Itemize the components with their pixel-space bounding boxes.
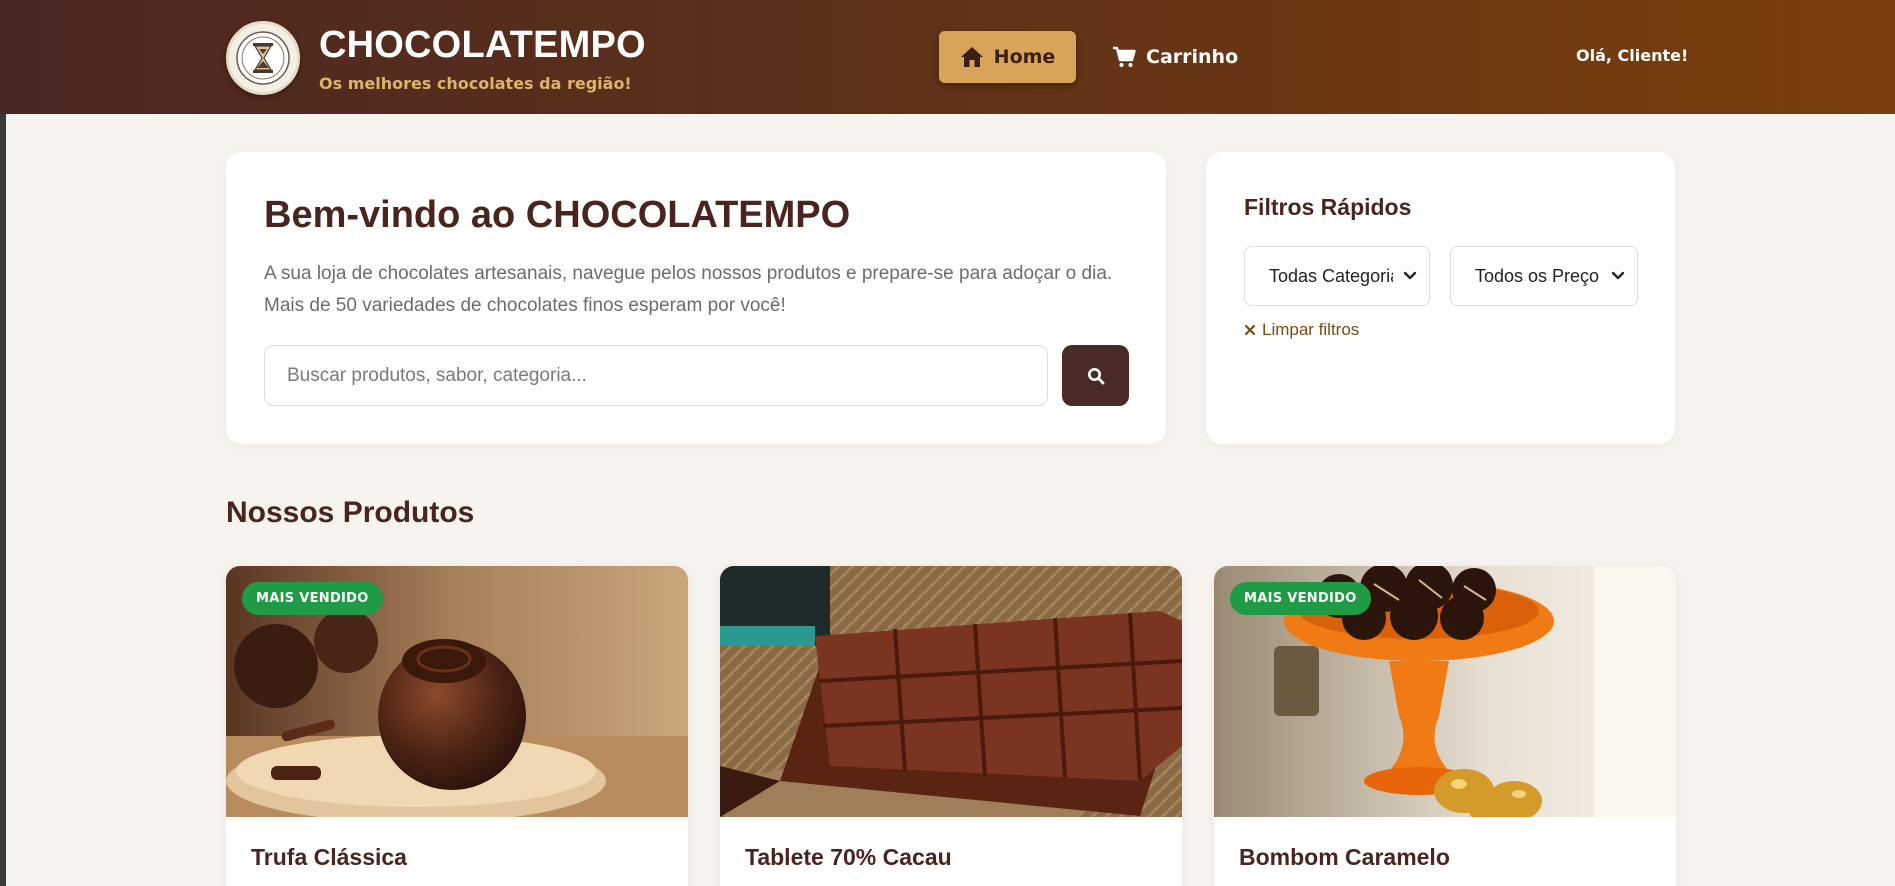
welcome-title: Bem-vindo ao CHOCOLATEMPO: [264, 194, 851, 236]
price-select[interactable]: Todos os Preços: [1450, 246, 1638, 306]
chevron-down-icon: [1611, 271, 1625, 280]
product-card[interactable]: Tablete 70% Cacau: [720, 566, 1182, 886]
search-input[interactable]: [264, 345, 1048, 406]
user-greeting[interactable]: Olá, Cliente!: [1576, 46, 1688, 65]
nav-cart-label: Carrinho: [1146, 46, 1239, 68]
search-button[interactable]: [1062, 345, 1129, 406]
clear-filters-label: Limpar filtros: [1262, 320, 1360, 339]
search-icon: [1087, 367, 1104, 384]
best-seller-badge: MAIS VENDIDO: [1230, 582, 1371, 615]
category-select-value: Todas Categorias: [1269, 265, 1393, 286]
nav-cart-button[interactable]: Carrinho: [1112, 31, 1238, 83]
brand-logo[interactable]: [226, 21, 300, 95]
nav-home-label: Home: [993, 46, 1056, 68]
brand-tagline: Os melhores chocolates da região!: [319, 74, 632, 93]
product-name[interactable]: Tablete 70% Cacau: [745, 844, 952, 871]
brand-name[interactable]: CHOCOLATEMPO: [319, 24, 646, 67]
product-card[interactable]: MAIS VENDIDO Bombom Caramelo: [1214, 566, 1676, 886]
product-image-chocolate-bar[interactable]: [720, 566, 1182, 817]
cart-icon: [1113, 46, 1136, 67]
product-name[interactable]: Bombom Caramelo: [1239, 844, 1450, 871]
category-select[interactable]: Todas Categorias: [1244, 246, 1430, 306]
welcome-card: Bem-vindo ao CHOCOLATEMPO A sua loja de …: [226, 152, 1166, 444]
hourglass-logo-icon: [236, 31, 290, 85]
close-icon: [1244, 324, 1256, 336]
product-name[interactable]: Trufa Clássica: [251, 844, 407, 871]
clear-filters-link[interactable]: Limpar filtros: [1244, 320, 1359, 340]
quick-filters-card: Filtros Rápidos Todas Categorias Todos o…: [1206, 152, 1675, 444]
product-card[interactable]: MAIS VENDIDO Trufa Clássica: [226, 566, 688, 886]
home-icon: [960, 47, 983, 67]
site-header: CHOCOLATEMPO Os melhores chocolates da r…: [0, 0, 1895, 114]
nav-home-button[interactable]: Home: [939, 31, 1076, 83]
chevron-down-icon: [1403, 271, 1417, 280]
welcome-description: A sua loja de chocolates artesanais, nav…: [264, 263, 1113, 316]
price-select-value: Todos os Preços: [1475, 265, 1599, 286]
quick-filters-title: Filtros Rápidos: [1244, 194, 1412, 220]
best-seller-badge: MAIS VENDIDO: [242, 582, 383, 615]
products-section-title: Nossos Produtos: [226, 496, 475, 529]
